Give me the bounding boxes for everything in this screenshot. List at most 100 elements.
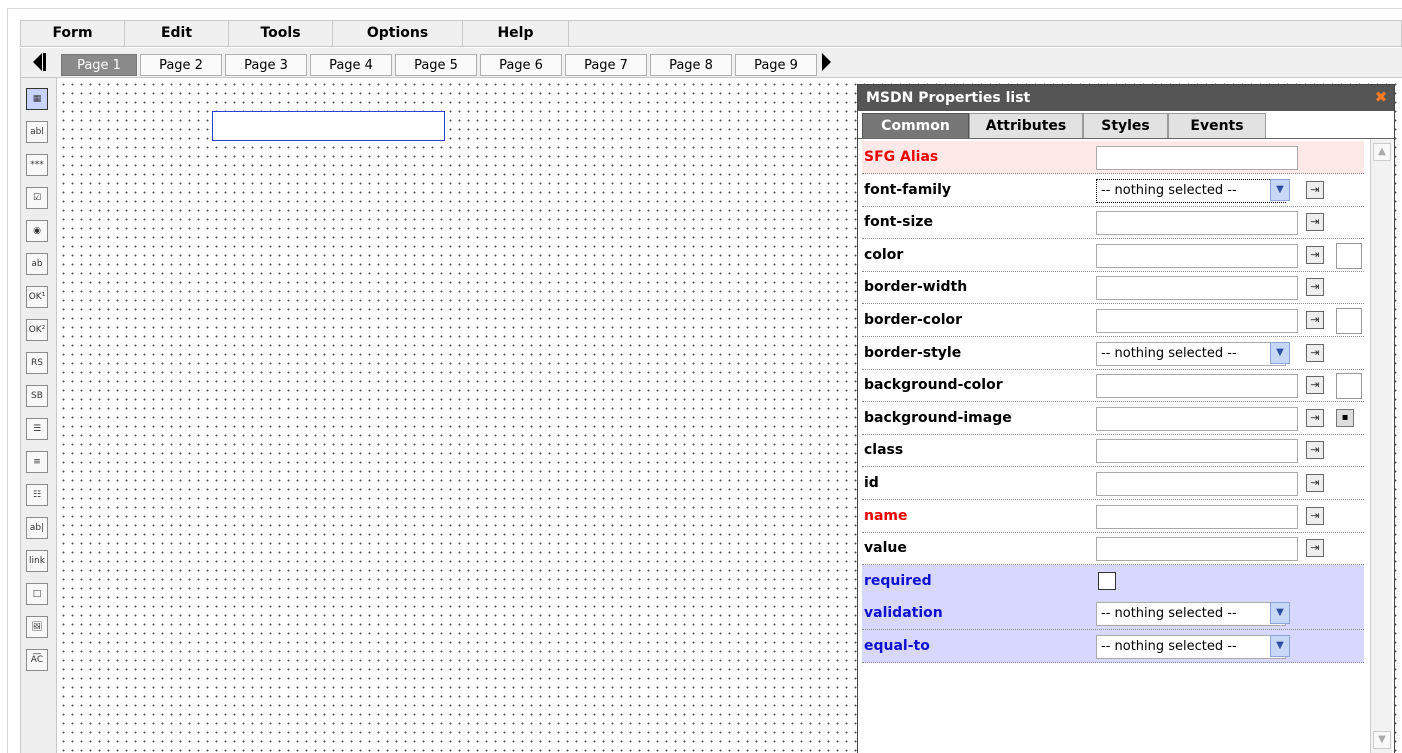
property-row: name ⇥ (862, 500, 1364, 533)
button1-tool-icon[interactable]: OK¹ (26, 286, 48, 308)
label-tool-icon[interactable]: ab| (26, 517, 48, 539)
chevron-down-icon[interactable]: ▼ (1270, 342, 1290, 364)
checkbox-tool-icon[interactable]: ☑ (26, 187, 48, 209)
property-row: validation -- nothing selected -- ▼ (862, 597, 1364, 630)
property-row: required (862, 565, 1364, 598)
link-tool-icon[interactable]: link (26, 550, 48, 572)
tab-page-3[interactable]: Page 3 (225, 54, 307, 76)
property-list-scrollbar[interactable]: ▲ ▼ (1370, 139, 1392, 753)
property-value-select[interactable]: -- nothing selected -- (1096, 602, 1286, 626)
apply-value-icon[interactable]: ⇥ (1306, 474, 1324, 492)
tab-page-4[interactable]: Page 4 (310, 54, 392, 76)
property-label: background-color (864, 377, 1003, 393)
apply-value-icon[interactable]: ⇥ (1306, 507, 1324, 525)
selected-textbox-element[interactable] (212, 111, 445, 141)
next-page-arrow-icon[interactable] (822, 53, 831, 71)
menu-options[interactable]: Options (333, 21, 463, 46)
chevron-down-icon[interactable]: ▼ (1270, 635, 1290, 657)
apply-value-icon[interactable]: ⇥ (1306, 246, 1324, 264)
property-value-input[interactable] (1096, 244, 1298, 268)
required-checkbox[interactable] (1098, 572, 1116, 590)
image-tool-icon[interactable]: 🖼 (26, 616, 48, 638)
property-row: id ⇥ (862, 467, 1364, 500)
property-value-select[interactable]: -- nothing selected -- (1096, 179, 1286, 203)
tab-page-8[interactable]: Page 8 (650, 54, 732, 76)
tab-events[interactable]: Events (1168, 113, 1266, 138)
property-row: font-size ⇥ (862, 206, 1364, 239)
menu-tools[interactable]: Tools (229, 21, 333, 46)
menu-bar: Form Edit Tools Options Help (20, 20, 1402, 47)
button2-tool-icon[interactable]: OK² (26, 319, 48, 341)
property-row: background-image ⇥ ▪ (862, 402, 1364, 435)
apply-value-icon[interactable]: ⇥ (1306, 441, 1324, 459)
previous-page-arrow-icon[interactable] (33, 53, 42, 71)
tab-styles[interactable]: Styles (1083, 113, 1168, 138)
tab-page-5[interactable]: Page 5 (395, 54, 477, 76)
tab-attributes[interactable]: Attributes (969, 113, 1083, 138)
close-icon[interactable]: ✖ (1374, 89, 1388, 105)
chevron-down-icon[interactable]: ▼ (1270, 602, 1290, 624)
submit-button-tool-icon[interactable]: SB (26, 385, 48, 407)
property-label: required (864, 573, 932, 589)
property-label: value (864, 540, 907, 556)
apply-value-icon[interactable]: ⇥ (1306, 311, 1324, 329)
spellcheck-tool-icon[interactable]: A͞C (26, 649, 48, 671)
property-row: class ⇥ (862, 434, 1364, 467)
apply-value-icon[interactable]: ⇥ (1306, 539, 1324, 557)
property-value-input[interactable] (1096, 276, 1298, 300)
property-row: value ⇥ (862, 532, 1364, 565)
tab-page-6[interactable]: Page 6 (480, 54, 562, 76)
multiselect-tool-icon[interactable]: ☷ (26, 484, 48, 506)
property-value-input[interactable] (1096, 374, 1298, 398)
apply-value-icon[interactable]: ⇥ (1306, 181, 1324, 199)
scroll-down-icon[interactable]: ▼ (1373, 731, 1391, 749)
apply-value-icon[interactable]: ⇥ (1306, 376, 1324, 394)
properties-tabs: Common Attributes Styles Events (858, 111, 1394, 139)
scroll-up-icon[interactable]: ▲ (1373, 143, 1391, 161)
listbox-tool-icon[interactable]: ☰ (26, 418, 48, 440)
color-swatch[interactable] (1336, 243, 1362, 269)
tab-page-1[interactable]: Page 1 (61, 54, 137, 76)
property-row: font-family -- nothing selected -- ▼ ⇥ (862, 174, 1364, 207)
property-row: equal-to -- nothing selected -- ▼ (862, 630, 1364, 663)
properties-panel: MSDN Properties list ✖ Common Attributes… (857, 84, 1395, 753)
property-value-input[interactable] (1096, 472, 1298, 496)
textarea-tool-icon[interactable]: ab (26, 253, 48, 275)
property-row: color ⇥ (862, 239, 1364, 272)
color-swatch[interactable] (1336, 373, 1362, 399)
property-value-input[interactable] (1096, 537, 1298, 561)
tab-common[interactable]: Common (862, 113, 969, 138)
tab-page-7[interactable]: Page 7 (565, 54, 647, 76)
color-swatch[interactable] (1336, 308, 1362, 334)
select-tool-icon[interactable]: ▦ (26, 88, 48, 110)
apply-value-icon[interactable]: ⇥ (1306, 344, 1324, 362)
menu-help[interactable]: Help (463, 21, 569, 46)
password-tool-icon[interactable]: *** (26, 154, 48, 176)
image-picker-icon[interactable]: ▪ (1336, 409, 1354, 427)
chevron-down-icon[interactable]: ▼ (1270, 179, 1290, 201)
property-label: class (864, 442, 904, 458)
property-value-input[interactable] (1096, 146, 1298, 170)
toolbox: ▦ abl *** ☑ ◉ ab OK¹ OK² RS SB ☰ ≡ ☷ ab| link □ 🖼 A͞C (20, 78, 57, 753)
select-list-tool-icon[interactable]: ≡ (26, 451, 48, 473)
property-value-select[interactable]: -- nothing selected -- (1096, 342, 1286, 366)
textbox-tool-icon[interactable]: abl (26, 121, 48, 143)
property-value-input[interactable] (1096, 439, 1298, 463)
menu-edit[interactable]: Edit (125, 21, 229, 46)
apply-value-icon[interactable]: ⇥ (1306, 278, 1324, 296)
property-value-select[interactable]: -- nothing selected -- (1096, 635, 1286, 659)
apply-value-icon[interactable]: ⇥ (1306, 213, 1324, 231)
apply-value-icon[interactable]: ⇥ (1306, 409, 1324, 427)
menu-form[interactable]: Form (21, 21, 125, 46)
radio-tool-icon[interactable]: ◉ (26, 220, 48, 242)
property-value-input[interactable] (1096, 407, 1298, 431)
property-row: background-color ⇥ (862, 369, 1364, 402)
reset-button-tool-icon[interactable]: RS (26, 352, 48, 374)
property-label: color (864, 247, 904, 263)
frame-tool-icon[interactable]: □ (26, 583, 48, 605)
property-value-input[interactable] (1096, 309, 1298, 333)
property-value-input[interactable] (1096, 211, 1298, 235)
property-value-input[interactable] (1096, 505, 1298, 529)
tab-page-2[interactable]: Page 2 (140, 54, 222, 76)
tab-page-9[interactable]: Page 9 (735, 54, 817, 76)
